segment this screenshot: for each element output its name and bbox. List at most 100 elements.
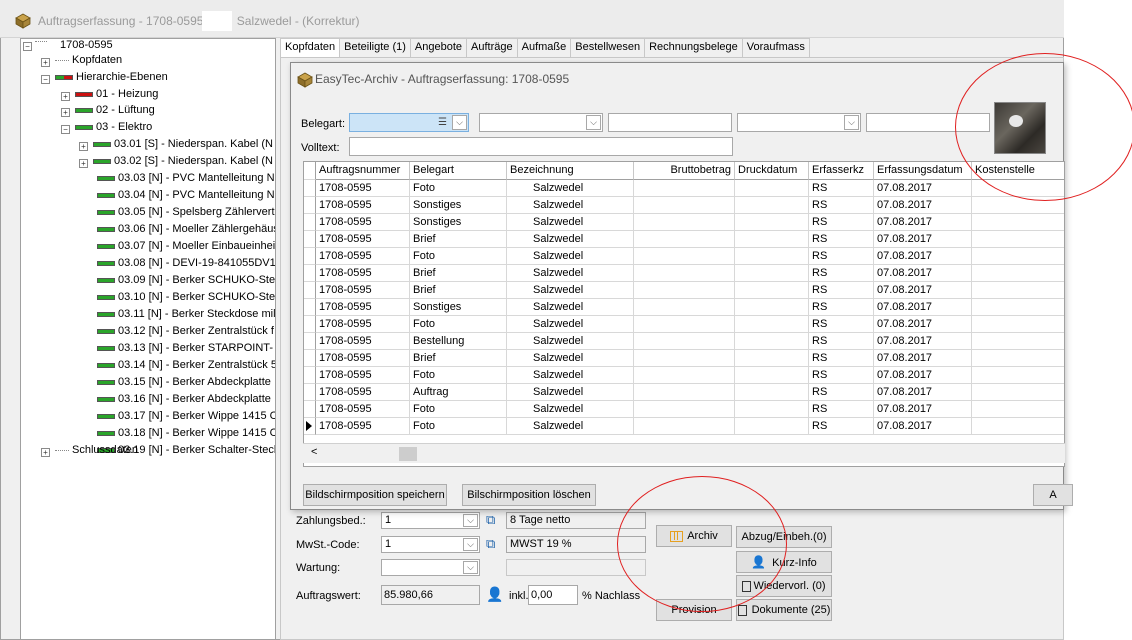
row-indicator[interactable] [304, 316, 316, 333]
collapse-icon[interactable]: − [23, 42, 32, 51]
table-row[interactable]: 1708-0595 Brief Salzwedel RS 07.08.2017 [304, 231, 1064, 248]
archiv-button[interactable]: Archiv [656, 525, 732, 547]
row-indicator[interactable] [304, 248, 316, 265]
expand-icon[interactable]: + [61, 108, 70, 117]
row-indicator[interactable] [304, 418, 316, 435]
volltext-input[interactable] [349, 137, 733, 156]
table-row[interactable]: 1708-0595 Foto Salzwedel RS 07.08.2017 [304, 248, 1064, 265]
mwst-select[interactable]: 1 ⌵ [381, 536, 480, 553]
table-cell: RS [809, 282, 874, 299]
table-row[interactable]: 1708-0595 Auftrag Salzwedel RS 07.08.2017 [304, 384, 1064, 401]
row-indicator[interactable] [304, 299, 316, 316]
table-cell [972, 248, 1064, 265]
table-cell: 07.08.2017 [874, 180, 972, 197]
filter-select-4[interactable]: ⌵ [737, 113, 861, 132]
table-cell [972, 316, 1064, 333]
column-header[interactable]: Druckdatum [735, 162, 809, 180]
scroll-thumb[interactable] [399, 447, 417, 461]
status-bar-icon [97, 294, 115, 300]
abzug-button[interactable]: Abzug/Einbeh.(0) [736, 526, 832, 548]
dokumente-button[interactable]: Dokumente (25) [736, 599, 832, 621]
lookup-icon[interactable]: ⧉ [486, 536, 495, 552]
table-cell [634, 299, 735, 316]
collapse-icon[interactable]: − [61, 125, 70, 134]
row-indicator[interactable] [304, 384, 316, 401]
tree-item-label: 03.19 [N] - Berker Schalter-Stecl [118, 444, 276, 456]
table-row[interactable]: 1708-0595 Sonstiges Salzwedel RS 07.08.2017 [304, 214, 1064, 231]
belegart-select[interactable]: ☰ ⌵ [349, 113, 469, 132]
status-bar-icon [97, 192, 115, 198]
wartung-select[interactable]: ⌵ [381, 559, 480, 576]
table-row[interactable]: 1708-0595 Foto Salzwedel RS 07.08.2017 [304, 316, 1064, 333]
column-header[interactable]: Bruttobetrag [634, 162, 735, 180]
tab-1[interactable]: Beteiligte (1) [339, 38, 411, 57]
filter-select-2[interactable]: ⌵ [479, 113, 603, 132]
row-indicator[interactable] [304, 180, 316, 197]
table-row[interactable]: 1708-0595 Foto Salzwedel RS 07.08.2017 [304, 180, 1064, 197]
table-row[interactable]: 1708-0595 Brief Salzwedel RS 07.08.2017 [304, 265, 1064, 282]
row-indicator[interactable] [304, 333, 316, 350]
provision-button[interactable]: Provision [656, 599, 732, 621]
save-position-button[interactable]: Bildschirmposition speichern [303, 484, 447, 506]
table-row[interactable]: 1708-0595 Bestellung Salzwedel RS 07.08.2017 [304, 333, 1064, 350]
expand-icon[interactable]: + [41, 448, 50, 457]
status-bar-icon [75, 91, 93, 97]
table-cell [735, 282, 809, 299]
column-header[interactable]: Bezeichnung [507, 162, 634, 180]
expand-icon[interactable]: + [61, 92, 70, 101]
filter-input-5[interactable] [866, 113, 990, 132]
person-icon[interactable]: 👤 [486, 586, 503, 603]
table-row[interactable]: 1708-0595 Sonstiges Salzwedel RS 07.08.2017 [304, 197, 1064, 214]
tab-7[interactable]: Voraufmass [741, 38, 810, 57]
column-header[interactable]: Auftragsnummer [316, 162, 410, 180]
scroll-left-icon[interactable]: < [311, 446, 317, 458]
table-row[interactable]: 1708-0595 Foto Salzwedel RS 07.08.2017 [304, 367, 1064, 384]
row-indicator[interactable] [304, 282, 316, 299]
dialog-right-button[interactable]: A [1033, 484, 1073, 506]
table-row[interactable]: 1708-0595 Brief Salzwedel RS 07.08.2017 [304, 350, 1064, 367]
table-cell: 1708-0595 [316, 333, 410, 350]
expand-icon[interactable]: + [79, 142, 88, 151]
tab-4[interactable]: Aufmaße [516, 38, 572, 57]
table-cell [972, 265, 1064, 282]
status-bar-icon [97, 209, 115, 215]
column-header[interactable]: Belegart [410, 162, 507, 180]
row-indicator[interactable] [304, 350, 316, 367]
delete-position-button[interactable]: Bilschirmposition löschen [462, 484, 596, 506]
tab-0[interactable]: Kopfdaten [280, 38, 341, 57]
zahlungsbed-select[interactable]: 1 ⌵ [381, 512, 480, 529]
row-indicator[interactable] [304, 231, 316, 248]
tab-6[interactable]: Rechnungsbelege [644, 38, 743, 57]
horizontal-scrollbar[interactable]: < [303, 443, 1065, 463]
tab-3[interactable]: Aufträge [466, 38, 518, 57]
table-row[interactable]: 1708-0595 Sonstiges Salzwedel RS 07.08.2017 [304, 299, 1064, 316]
row-indicator[interactable] [304, 265, 316, 282]
tab-2[interactable]: Angebote [409, 38, 468, 57]
kurzinfo-button[interactable]: 👤 Kurz-Info [736, 551, 832, 573]
expand-icon[interactable]: + [41, 58, 50, 67]
expand-icon[interactable]: + [79, 159, 88, 168]
row-indicator[interactable] [304, 197, 316, 214]
wiedervorl-button[interactable]: Wiedervorl. (0) [736, 575, 832, 597]
project-tree[interactable]: − 1708-0595 + Kopfdaten − Hierarchie-Ebe… [20, 38, 276, 640]
lookup-icon[interactable]: ⧉ [486, 512, 495, 528]
column-header[interactable]: Erfassungsdatum [874, 162, 972, 180]
table-row[interactable]: 1708-0595 Foto Salzwedel RS 07.08.2017 [304, 418, 1064, 435]
table-row[interactable]: 1708-0595 Foto Salzwedel RS 07.08.2017 [304, 401, 1064, 418]
row-indicator[interactable] [304, 401, 316, 418]
filter-input-3[interactable] [608, 113, 732, 132]
column-header[interactable]: Kostenstelle [972, 162, 1064, 180]
table-cell [634, 282, 735, 299]
column-header[interactable]: Erfasserkz [809, 162, 874, 180]
photo-thumbnail[interactable] [994, 102, 1046, 154]
table-cell: RS [809, 265, 874, 282]
collapse-icon[interactable]: − [41, 75, 50, 84]
nachlass-input[interactable]: 0,00 [528, 585, 578, 605]
table-cell: Brief [410, 282, 507, 299]
table-row[interactable]: 1708-0595 Brief Salzwedel RS 07.08.2017 [304, 282, 1064, 299]
row-indicator[interactable] [304, 367, 316, 384]
table-cell [634, 367, 735, 384]
documents-grid[interactable]: Auftragsnummer Belegart Bezeichnung Bruttob… [303, 161, 1065, 467]
row-indicator[interactable] [304, 214, 316, 231]
tab-5[interactable]: Bestellwesen [570, 38, 646, 57]
